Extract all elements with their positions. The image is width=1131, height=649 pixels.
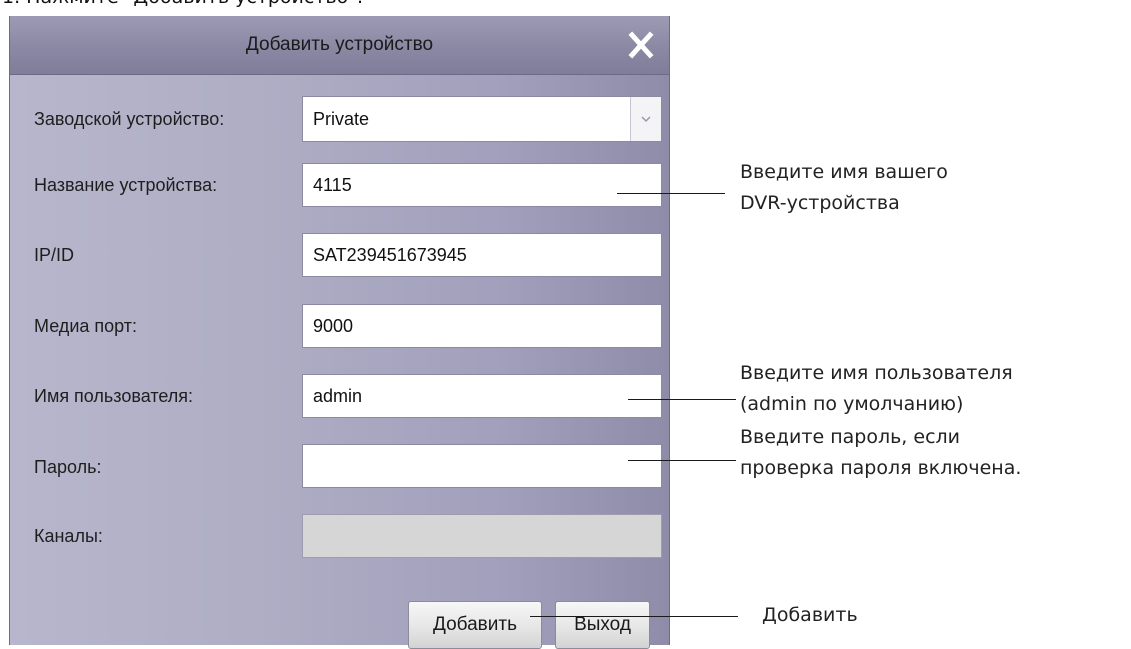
- username-field[interactable]: [302, 374, 662, 418]
- add-device-dialog: Добавить устройство Заводской устройство…: [9, 16, 670, 649]
- username-label: Имя пользователя:: [34, 386, 194, 406]
- ip-id-label: IP/ID: [34, 245, 75, 265]
- password-field[interactable]: [302, 444, 662, 488]
- manufacturer-select-value: Private: [313, 109, 370, 129]
- password-label: Пароль:: [34, 457, 102, 477]
- add-pointer-line: [530, 616, 738, 617]
- dialog-title: Добавить устройство: [245, 34, 434, 55]
- add-button[interactable]: Добавить: [408, 601, 542, 649]
- exit-button[interactable]: Выход: [555, 601, 650, 649]
- password-annotation: Введите пароль, если проверка пароля вкл…: [740, 422, 1021, 484]
- annotation-line: DVR-устройства: [740, 192, 900, 214]
- device-name-annotation: Введите имя вашего DVR-устройства: [740, 157, 948, 219]
- annotation-line: проверка пароля включена.: [740, 457, 1022, 479]
- close-icon[interactable]: [623, 28, 659, 62]
- instruction-caption: 1. Нажмите "Добавить устройство".: [2, 0, 363, 16]
- password-pointer-line: [628, 460, 736, 461]
- device-name-field[interactable]: [302, 163, 662, 207]
- annotation-line: Введите имя пользователя: [740, 362, 1013, 384]
- username-annotation: Введите имя пользователя (admin по умолч…: [740, 358, 1013, 420]
- annotation-line: Введите имя вашего: [740, 161, 948, 183]
- manufacturer-label: Заводской устройство:: [34, 109, 225, 129]
- chevron-down-icon[interactable]: [630, 97, 661, 141]
- media-port-field[interactable]: [302, 304, 662, 348]
- annotation-line: Введите пароль, если: [740, 426, 961, 448]
- media-port-label: Медиа порт:: [34, 316, 137, 336]
- add-annotation: Добавить: [762, 604, 858, 626]
- annotation-line: (admin по умолчанию): [740, 393, 964, 415]
- ip-id-field[interactable]: [302, 233, 662, 277]
- channels-field: [302, 514, 662, 558]
- dialog-titlebar: Добавить устройство: [10, 16, 669, 75]
- username-pointer-line: [628, 399, 736, 400]
- manufacturer-select[interactable]: Private: [302, 96, 662, 142]
- device-name-label: Название устройства:: [34, 175, 218, 195]
- channels-label: Каналы:: [34, 526, 103, 546]
- device-name-pointer-line: [617, 193, 725, 194]
